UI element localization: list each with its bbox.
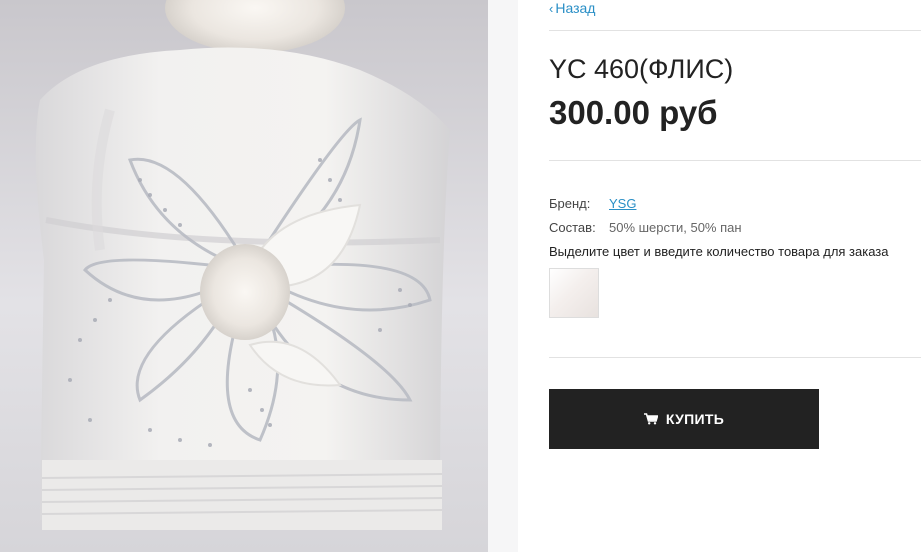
composition-label: Состав: xyxy=(549,220,596,235)
divider xyxy=(549,30,921,31)
product-details: ‹ Назад YC 460(ФЛИС) 300.00 руб Бренд: YS… xyxy=(549,0,921,552)
knit-hat-image xyxy=(0,0,488,552)
product-photo xyxy=(0,0,488,552)
composition-row: Состав: 50% шерсти, 50% пан xyxy=(549,219,742,236)
brand-link[interactable]: YSG xyxy=(609,195,636,212)
back-link-label: Назад xyxy=(555,0,596,16)
buy-button[interactable]: КУПИТЬ xyxy=(549,389,819,449)
divider xyxy=(549,357,921,358)
chevron-left-icon: ‹ xyxy=(549,1,554,16)
back-link[interactable]: ‹ Назад xyxy=(549,0,595,17)
photo-gutter xyxy=(488,0,518,552)
brand-label: Бренд: xyxy=(549,196,591,211)
product-title: YC 460(ФЛИС) xyxy=(549,54,734,84)
color-hint: Выделите цвет и введите количество товар… xyxy=(549,244,889,259)
brand-row: Бренд: YSG xyxy=(549,195,636,212)
shopping-cart-icon xyxy=(643,413,658,425)
divider xyxy=(549,160,921,161)
product-price: 300.00 руб xyxy=(549,94,718,131)
buy-button-label: КУПИТЬ xyxy=(665,411,725,427)
composition-value: 50% шерсти, 50% пан xyxy=(609,220,742,235)
color-swatch[interactable] xyxy=(549,268,599,318)
